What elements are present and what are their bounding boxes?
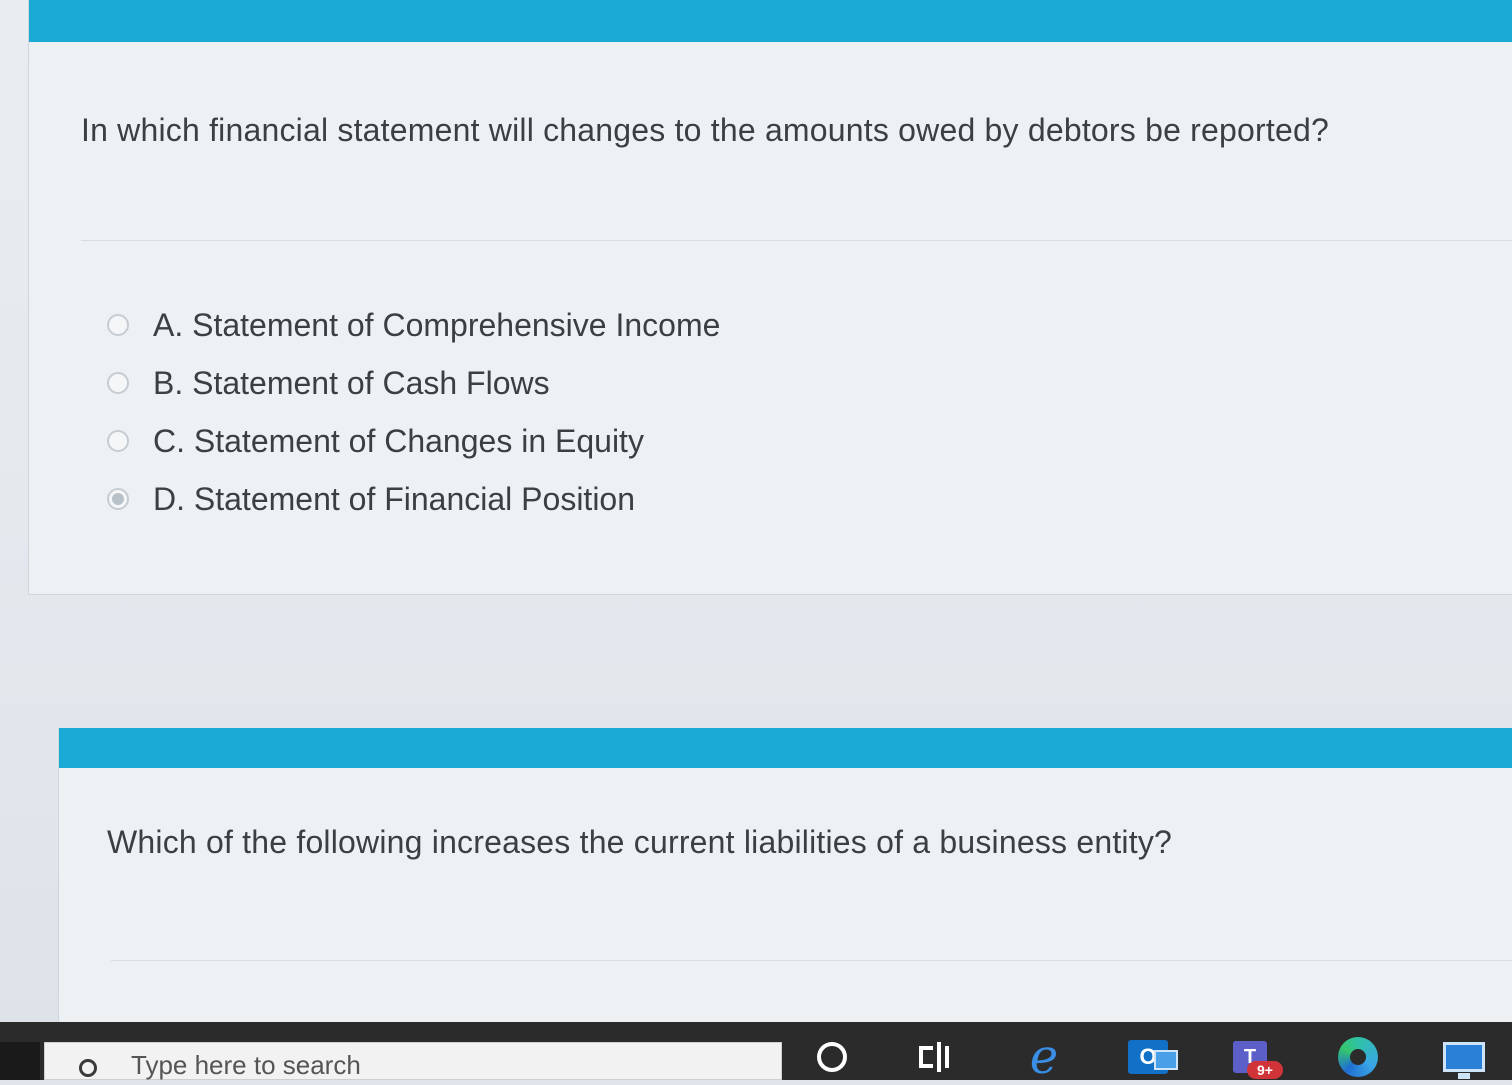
question-text: In which financial statement will change… — [81, 112, 1329, 148]
internet-explorer-button[interactable]: e — [1020, 1029, 1068, 1085]
divider — [81, 240, 1512, 241]
envelope-icon — [1154, 1050, 1178, 1070]
option-a[interactable]: A. Statement of Comprehensive Income — [107, 296, 720, 354]
task-view-button[interactable] — [912, 1034, 960, 1080]
radio-button[interactable] — [107, 372, 129, 394]
taskbar-search-box[interactable] — [44, 1042, 782, 1081]
radio-button-selected[interactable] — [107, 488, 129, 510]
answer-options: A. Statement of Comprehensive Income B. … — [107, 296, 720, 528]
option-label: C. Statement of Changes in Equity — [153, 422, 644, 459]
option-label: A. Statement of Comprehensive Income — [153, 306, 721, 343]
divider — [111, 960, 1512, 961]
option-b[interactable]: B. Statement of Cash Flows — [107, 354, 720, 412]
cortana-icon — [817, 1042, 847, 1072]
teams-icon: T 9+ — [1233, 1041, 1283, 1079]
option-c[interactable]: C. Statement of Changes in Equity — [107, 412, 720, 470]
question-card-1: In which financial statement will change… — [28, 0, 1512, 595]
internet-explorer-icon: e — [1029, 1029, 1059, 1085]
question-header-bar — [59, 728, 1512, 768]
radio-button[interactable] — [107, 314, 129, 336]
edge-icon — [1338, 1037, 1378, 1077]
notification-badge: 9+ — [1247, 1061, 1283, 1079]
remote-desktop-button[interactable] — [1440, 1034, 1488, 1080]
question-header-bar — [29, 0, 1512, 42]
radio-button[interactable] — [107, 430, 129, 452]
option-label: B. Statement of Cash Flows — [153, 364, 550, 401]
start-button[interactable] — [0, 1042, 40, 1080]
question-text: Which of the following increases the cur… — [107, 824, 1173, 860]
edge-browser-button[interactable] — [1334, 1034, 1382, 1080]
search-input[interactable] — [129, 1049, 733, 1081]
option-d[interactable]: D. Statement of Financial Position — [107, 470, 720, 528]
search-icon — [79, 1059, 97, 1077]
outlook-button[interactable]: O — [1124, 1034, 1178, 1080]
cortana-button[interactable] — [808, 1034, 856, 1080]
question-card-2: Which of the following increases the cur… — [58, 728, 1512, 1023]
monitor-icon — [1443, 1042, 1485, 1079]
option-label: D. Statement of Financial Position — [153, 480, 636, 517]
quiz-page: In which financial statement will change… — [0, 0, 1512, 1023]
teams-button[interactable]: T 9+ — [1226, 1034, 1283, 1080]
task-view-icon — [919, 1042, 953, 1072]
outlook-icon: O — [1128, 1040, 1178, 1074]
windows-taskbar: e O T 9+ — [0, 1022, 1512, 1085]
